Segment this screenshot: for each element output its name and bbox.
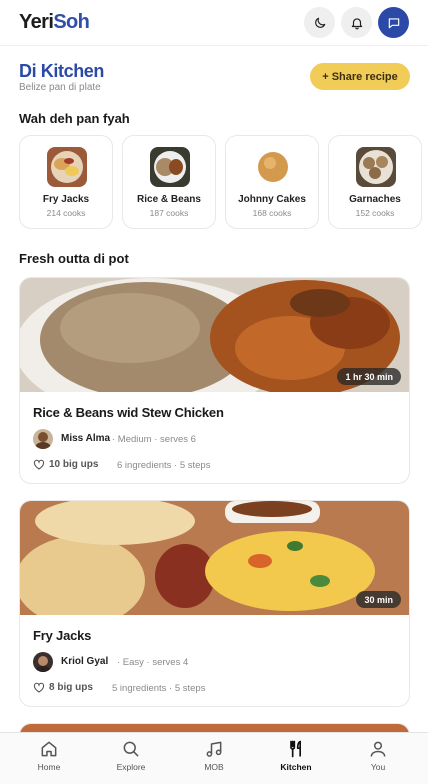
avatar[interactable] [33, 652, 53, 672]
app-logo[interactable]: YeriSoh [19, 11, 90, 34]
category-count: 152 cooks [355, 208, 395, 218]
chat-icon [388, 17, 399, 28]
big-ups-count: 10 big ups [49, 459, 99, 470]
nav-item-mob[interactable]: MOB [179, 739, 249, 783]
nav-label: Explore [116, 762, 146, 772]
big-ups-button[interactable]: 8 big ups [33, 682, 93, 693]
avatar[interactable] [33, 429, 53, 449]
recipe-meta: · Medium · serves 6 [112, 434, 196, 445]
category-name: Johnny Cakes [238, 194, 306, 205]
category-card-fry-jacks[interactable]: Fry Jacks 214 cooks [19, 135, 113, 229]
cook-time-badge: 30 min [356, 591, 401, 608]
johnny-cakes-thumbnail [253, 147, 293, 187]
page-title: Di Kitchen [19, 61, 105, 81]
garnaches-thumbnail [356, 147, 396, 187]
home-icon [41, 741, 57, 757]
cook-time-badge: 1 hr 30 min [337, 368, 401, 385]
recipe-photo [20, 501, 409, 626]
category-name: Garnaches [349, 194, 401, 205]
nav-item-you[interactable]: You [343, 739, 413, 783]
category-name: Fry Jacks [42, 194, 90, 205]
recipe-stats: 6 ingredients · 5 steps [117, 460, 211, 471]
category-card-rice-and-beans[interactable]: Rice & Beans 187 cooks [122, 135, 216, 229]
category-count: 168 cooks [252, 208, 292, 218]
nav-label: Kitchen [280, 762, 312, 772]
top-bar: YeriSoh [0, 0, 428, 46]
logo-part-1: Yeri [19, 11, 54, 33]
category-carousel[interactable]: Fry Jacks 214 cooks Rice & Beans 187 coo… [19, 135, 428, 230]
category-count: 187 cooks [149, 208, 189, 218]
nav-label: MOB [204, 762, 224, 772]
nav-label: Home [37, 762, 61, 772]
recipe-title[interactable]: Fry Jacks [33, 628, 91, 643]
utensils-icon [290, 740, 301, 758]
heart-icon [33, 459, 45, 470]
rice-and-beans-thumbnail [150, 147, 190, 187]
fresh-heading: Fresh outta di pot [19, 251, 129, 266]
bell-icon [351, 17, 362, 29]
recipe-title[interactable]: Rice & Beans wid Stew Chicken [33, 405, 224, 420]
recipe-meta: · Easy · serves 4 [117, 657, 189, 668]
category-card-johnny-cakes[interactable]: Johnny Cakes 168 cooks [225, 135, 319, 229]
logo-part-2: Soh [53, 11, 90, 33]
fry-jacks-thumbnail [47, 147, 87, 187]
recipe-stats: 5 ingredients · 5 steps [112, 683, 206, 694]
author-name[interactable]: Miss Alma [61, 433, 110, 444]
theme-toggle-button[interactable] [304, 7, 335, 38]
share-recipe-button[interactable]: + Share recipe [310, 63, 410, 90]
messages-button[interactable] [378, 7, 409, 38]
notifications-button[interactable] [341, 7, 372, 38]
search-icon [123, 741, 139, 757]
bottom-nav: Home Explore MOB Kitchen You [0, 732, 428, 784]
nav-item-kitchen[interactable]: Kitchen [261, 739, 331, 783]
big-ups-button[interactable]: 10 big ups [33, 459, 98, 470]
nav-item-home[interactable]: Home [14, 739, 84, 783]
page-subtitle: Belize pan di plate [19, 82, 101, 93]
heart-icon [33, 682, 45, 693]
recipe-card[interactable]: 1 hr 30 min Rice & Beans wid Stew Chicke… [19, 277, 410, 484]
category-card-garnaches[interactable]: Garnaches 152 cooks [328, 135, 422, 229]
recipe-card[interactable]: 30 min Fry Jacks Kriol Gyal · Easy · ser… [19, 500, 410, 707]
trending-heading: Wah deh pan fyah [19, 111, 130, 126]
nav-label: You [370, 762, 386, 772]
author-name[interactable]: Kriol Gyal [61, 656, 108, 667]
music-icon [206, 741, 222, 757]
category-count: 214 cooks [46, 208, 86, 218]
user-icon [370, 741, 386, 757]
category-name: Rice & Beans [137, 194, 201, 205]
moon-icon [314, 17, 325, 28]
big-ups-count: 8 big ups [49, 682, 93, 693]
nav-item-explore[interactable]: Explore [96, 739, 166, 783]
